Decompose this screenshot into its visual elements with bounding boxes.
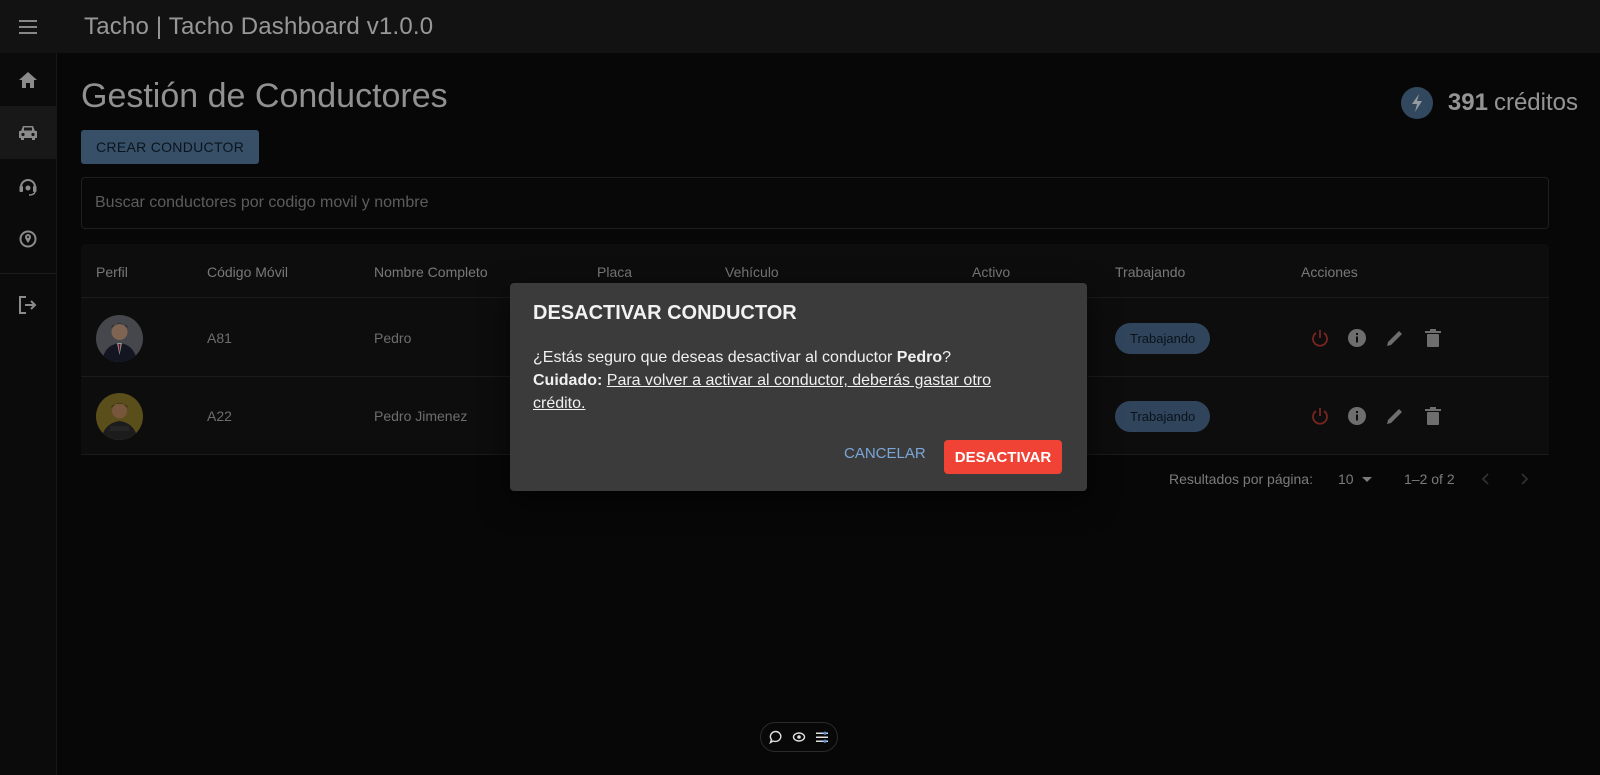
- floating-toolbar: [760, 722, 838, 752]
- sliders-icon: [816, 731, 828, 743]
- dialog-title: DESACTIVAR CONDUCTOR: [533, 302, 797, 324]
- dialog-question-prefix: ¿Estás seguro que deseas desactivar al c…: [533, 349, 897, 366]
- view-button[interactable]: [791, 729, 807, 745]
- confirm-deactivate-button[interactable]: DESACTIVAR: [944, 440, 1062, 474]
- deactivate-driver-dialog: DESACTIVAR CONDUCTOR ¿Estás seguro que d…: [510, 283, 1087, 491]
- chat-button[interactable]: [768, 729, 784, 745]
- dialog-question-suffix: ?: [942, 349, 952, 366]
- settings-button[interactable]: [814, 729, 830, 745]
- cancel-button[interactable]: CANCELAR: [844, 445, 926, 462]
- dialog-message: ¿Estás seguro que deseas desactivar al c…: [533, 346, 1043, 415]
- dialog-warning-text: Para volver a activar al conductor, debe…: [533, 372, 991, 412]
- eye-icon: [792, 732, 806, 742]
- dialog-warning-label: Cuidado:: [533, 372, 603, 389]
- dialog-driver-name: Pedro: [896, 349, 943, 366]
- chat-bubble-icon: [769, 730, 782, 744]
